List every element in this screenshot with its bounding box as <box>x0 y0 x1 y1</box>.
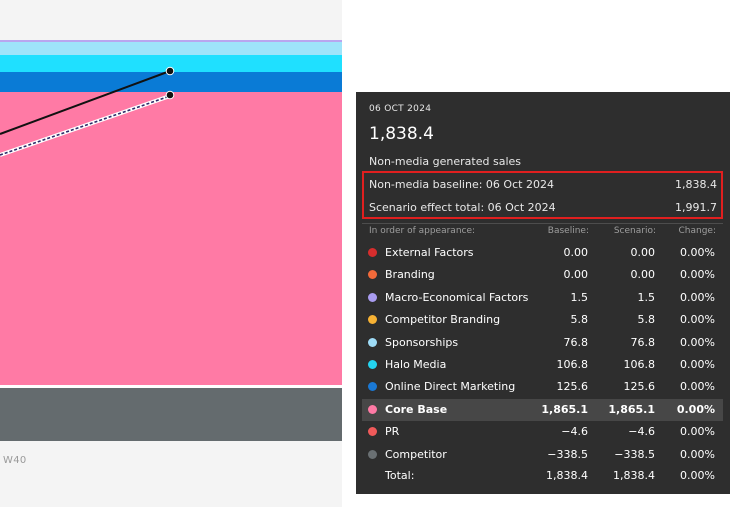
scenario-point[interactable] <box>165 66 175 76</box>
total-change: 0.00% <box>680 469 715 482</box>
scenario-summary-label: Scenario effect total: 06 Oct 2024 <box>369 201 556 214</box>
baseline-point[interactable] <box>165 90 175 100</box>
series-scenario-value: 1,865.1 <box>608 402 655 416</box>
tooltip-subtitle: Non-media generated sales <box>369 155 521 168</box>
header-order: In order of appearance: <box>369 226 476 236</box>
total-baseline: 1,838.4 <box>546 469 588 482</box>
series-baseline-value: 0.00 <box>563 246 589 259</box>
series-baseline-value: 5.8 <box>570 313 589 327</box>
series-color-dot <box>368 404 377 414</box>
series-name: Halo Media <box>385 358 447 371</box>
tooltip-value: 1,838.4 <box>369 124 434 144</box>
series-name: Competitor <box>385 447 447 461</box>
series-baseline-value: 106.8 <box>556 358 589 371</box>
series-name: Core Base <box>385 402 448 416</box>
series-name: Competitor Branding <box>385 313 501 327</box>
tooltip-series-row: Macro-Economical Factors 1.5 1.5 0.00% <box>362 287 723 309</box>
series-color-dot <box>368 292 377 302</box>
series-scenario-value: 5.8 <box>637 313 656 327</box>
series-change-value: 0.00% <box>680 268 715 282</box>
series-change-value: 0.00% <box>680 380 715 394</box>
series-name: Online Direct Marketing <box>385 380 516 394</box>
series-scenario-value: 106.8 <box>623 358 656 371</box>
baseline-summary-label: Non-media baseline: 06 Oct 2024 <box>369 178 554 191</box>
total-scenario: 1,838.4 <box>613 469 655 482</box>
tooltip-series-row: Branding 0.00 0.00 0.00% <box>362 264 723 286</box>
tooltip-series-row: PR −4.6 −4.6 0.00% <box>362 421 723 443</box>
series-band-sponsorships <box>0 42 342 55</box>
series-baseline-value: −338.5 <box>547 447 588 461</box>
series-color-dot <box>368 315 377 325</box>
series-color-dot <box>368 360 377 369</box>
header-change: Change: <box>678 226 717 236</box>
header-baseline: Baseline: <box>547 226 589 236</box>
series-baseline-value: 1.5 <box>570 290 589 304</box>
series-change-value: 0.00% <box>680 447 715 461</box>
series-change-value: 0.00% <box>680 246 715 259</box>
series-name: Sponsorships <box>385 335 459 349</box>
series-color-dot <box>368 248 377 257</box>
tooltip-series-row: Competitor −338.5 −338.5 0.00% <box>362 444 723 466</box>
series-baseline-value: 1,865.1 <box>541 402 588 416</box>
scenario-summary-value: 1,991.7 <box>675 201 717 214</box>
series-baseline-value: −4.6 <box>561 425 588 439</box>
header-scenario: Scenario: <box>613 226 656 236</box>
tooltip-series-row: Halo Media 106.8 106.8 0.00% <box>362 354 723 376</box>
series-scenario-value: 0.00 <box>630 268 656 282</box>
series-name: Macro-Economical Factors <box>385 290 529 304</box>
series-name: External Factors <box>385 246 474 259</box>
series-name: Branding <box>385 268 435 282</box>
series-change-value: 0.00% <box>676 402 715 416</box>
zero-line <box>0 385 342 388</box>
series-change-value: 0.00% <box>680 425 715 439</box>
series-band-macro <box>0 40 342 42</box>
series-baseline-value: 125.6 <box>556 380 589 394</box>
series-scenario-value: 125.6 <box>623 380 656 394</box>
series-change-value: 0.00% <box>680 290 715 304</box>
total-row: Total: 1,838.4 1,838.4 0.00% <box>362 465 723 487</box>
series-scenario-value: 1.5 <box>637 290 656 304</box>
series-band-competitor <box>0 388 342 441</box>
series-change-value: 0.00% <box>680 335 715 349</box>
series-change-value: 0.00% <box>680 313 715 327</box>
baseline-summary-value: 1,838.4 <box>675 178 717 191</box>
x-tick-label: W40 <box>3 455 27 466</box>
divider <box>362 223 723 224</box>
baseline-summary-row: Non-media baseline: 06 Oct 2024 1,838.4 <box>369 178 717 198</box>
series-scenario-value: 0.00 <box>630 246 656 259</box>
series-name: PR <box>385 425 400 439</box>
series-scenario-value: −338.5 <box>614 447 655 461</box>
tooltip-series-row: Online Direct Marketing 125.6 125.6 0.00% <box>362 376 723 398</box>
total-label: Total: <box>385 469 415 482</box>
tooltip-date: 06 OCT 2024 <box>369 104 432 114</box>
tooltip-series-row: External Factors 0.00 0.00 0.00% <box>362 242 723 264</box>
series-color-dot <box>368 449 377 459</box>
series-change-value: 0.00% <box>680 358 715 371</box>
chart-tooltip: 06 OCT 2024 1,838.4 Non-media generated … <box>356 92 730 494</box>
series-scenario-value: −4.6 <box>628 425 655 439</box>
series-baseline-value: 0.00 <box>563 268 589 282</box>
series-color-dot <box>368 427 377 437</box>
tooltip-series-row: Sponsorships 76.8 76.8 0.00% <box>362 332 723 354</box>
tooltip-series-row: Core Base 1,865.1 1,865.1 0.00% <box>362 398 723 421</box>
scenario-summary-row: Scenario effect total: 06 Oct 2024 1,991… <box>369 201 717 221</box>
tooltip-series-row: Competitor Branding 5.8 5.8 0.00% <box>362 309 723 331</box>
series-baseline-value: 76.8 <box>563 335 589 349</box>
series-color-dot <box>368 270 377 280</box>
series-color-dot <box>368 382 377 392</box>
series-color-dot <box>368 337 377 347</box>
series-scenario-value: 76.8 <box>630 335 656 349</box>
